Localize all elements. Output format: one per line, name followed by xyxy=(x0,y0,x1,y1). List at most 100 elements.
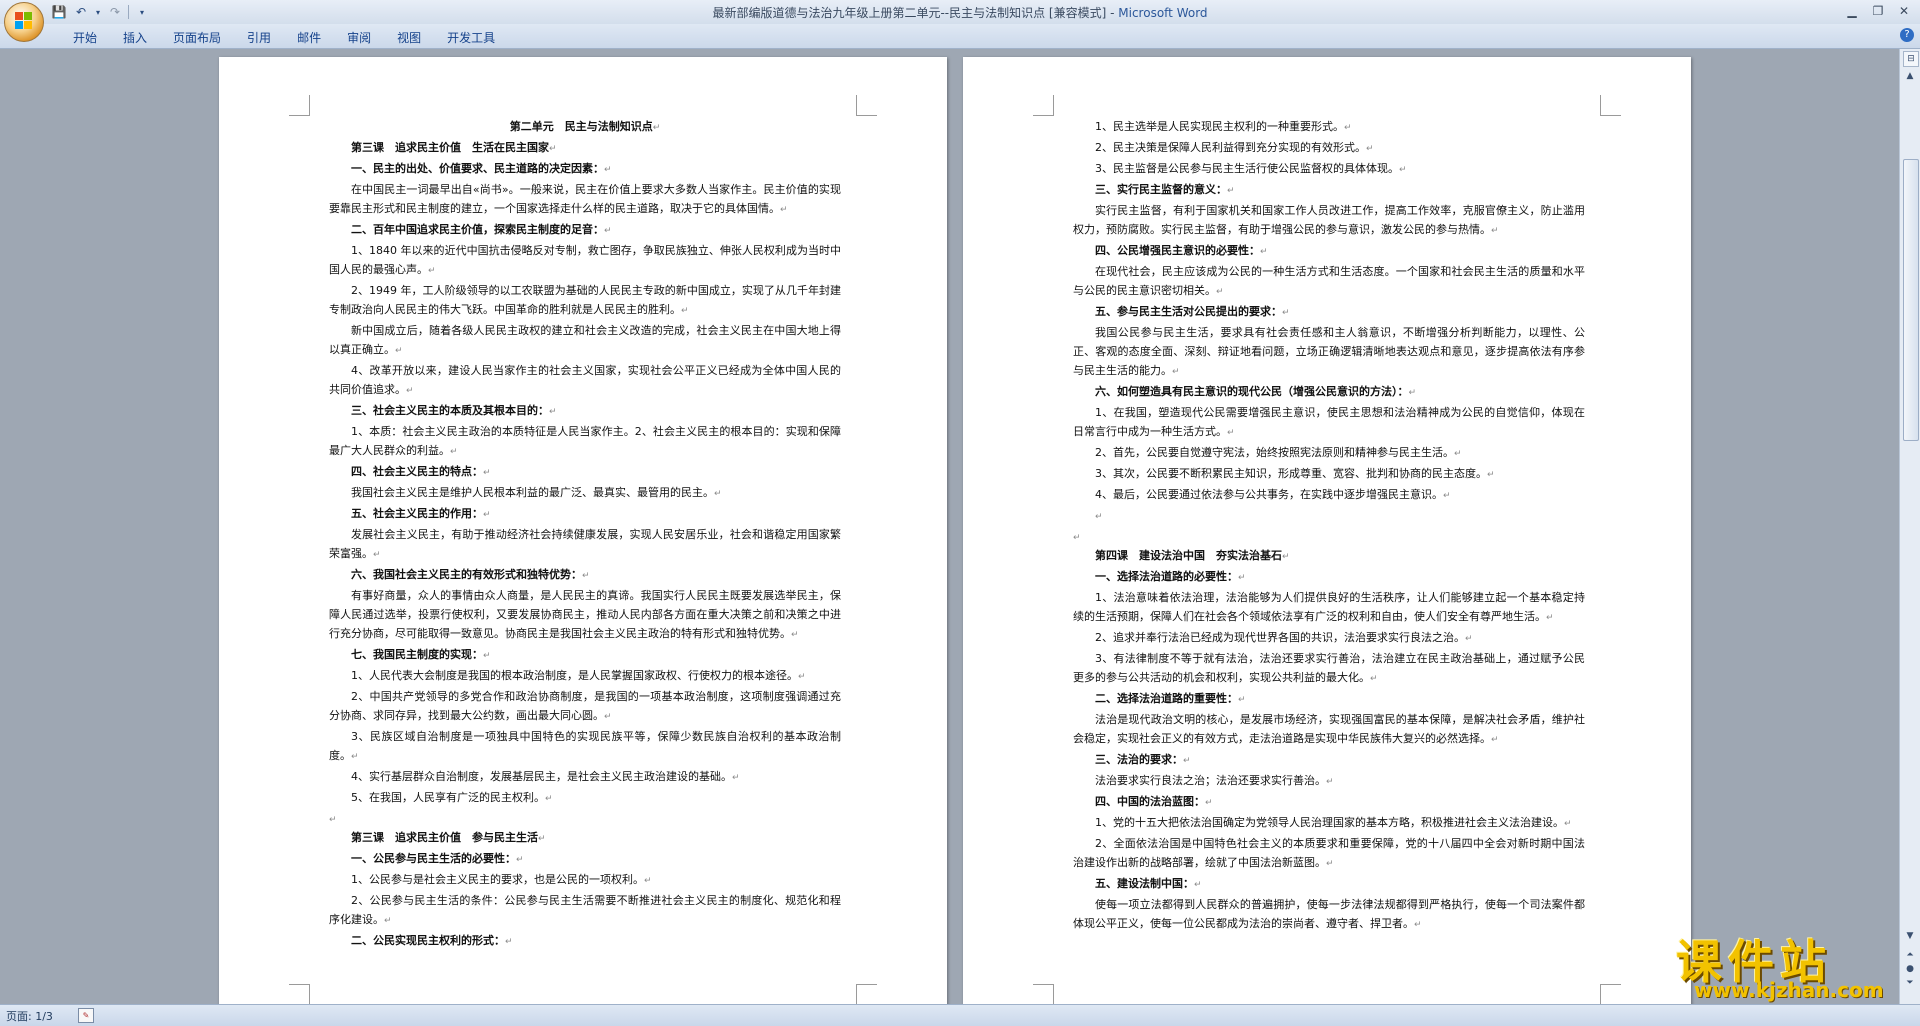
document-page-2[interactable]: 1、民主选举是人民实现民主权利的一种重要形式。↵ 2、民主决策是保障人民利益得到充… xyxy=(963,57,1691,1004)
heading-paragraph[interactable]: 五、社会主义民主的作用：↵ xyxy=(329,504,841,525)
body-paragraph[interactable]: 3、民族区域自治制度是一项独具中国特色的实现民族平等，保障少数民族自治权利的基本… xyxy=(329,727,841,767)
body-paragraph[interactable]: 3、民主监督是公民参与民主生活行使公民监督权的具体体现。↵ xyxy=(1073,159,1585,180)
document-page-1[interactable]: 第二单元 民主与法制知识点↵ 第三课 追求民主价值 生活在民主国家↵ 一、民主的出处… xyxy=(219,57,947,1004)
heading-paragraph[interactable]: 二、百年中国追求民主价值，探索民主制度的足音：↵ xyxy=(329,220,841,241)
body-paragraph[interactable]: ↵ xyxy=(1073,527,1585,546)
body-paragraph[interactable]: 1、人民代表大会制度是我国的根本政治制度，是人民掌握国家政权、行使权力的根本途径… xyxy=(329,666,841,687)
body-paragraph[interactable]: 2、1949 年，工人阶级领导的以工农联盟为基础的人民民主专政的新中国成立，实现… xyxy=(329,281,841,321)
body-paragraph[interactable]: 法治是现代政治文明的核心，是发展市场经济，实现强国富民的基本保障，是解决社会矛盾… xyxy=(1073,710,1585,750)
heading-paragraph[interactable]: 三、社会主义民主的本质及其根本目的：↵ xyxy=(329,401,841,422)
paragraph-mark-icon: ↵ xyxy=(428,266,436,276)
page-2-text[interactable]: 1、民主选举是人民实现民主权利的一种重要形式。↵ 2、民主决策是保障人民利益得到充… xyxy=(1073,117,1585,935)
body-paragraph[interactable]: 2、公民参与民主生活的条件：公民参与民主生活需要不断推进社会主义民主的制度化、规… xyxy=(329,891,841,931)
body-paragraph[interactable]: 2、首先，公民要自觉遵守宪法，始终按照宪法原则和精神参与民主生活。↵ xyxy=(1073,443,1585,464)
body-paragraph[interactable]: 发展社会主义民主，有助于推动经济社会持续健康发展，实现人民安居乐业，社会和谐稳定… xyxy=(329,525,841,565)
heading-paragraph[interactable]: 四、中国的法治蓝图：↵ xyxy=(1073,792,1585,813)
body-paragraph[interactable]: 4、最后，公民要通过依法参与公共事务，在实践中逐步增强民主意识。↵ xyxy=(1073,485,1585,506)
heading-paragraph[interactable]: 六、如何塑造具有民主意识的现代公民（增强公民意识的方法）：↵ xyxy=(1073,382,1585,403)
paragraph-mark-icon: ↵ xyxy=(384,916,392,926)
page-1-text[interactable]: 第二单元 民主与法制知识点↵ 第三课 追求民主价值 生活在民主国家↵ 一、民主的出处… xyxy=(329,117,841,952)
body-paragraph[interactable]: 实行民主监督，有利于国家机关和国家工作人员改进工作，提高工作效率，克服官僚主义，… xyxy=(1073,201,1585,241)
heading-paragraph[interactable]: 二、公民实现民主权利的形式：↵ xyxy=(329,931,841,952)
crop-mark xyxy=(1033,984,1054,1004)
crop-mark xyxy=(289,95,310,116)
scroll-down-icon[interactable]: ▼ xyxy=(1903,929,1917,943)
body-paragraph[interactable]: 1、1840 年以来的近代中国抗击侵略反对专制，救亡图存，争取民族独立、伸张人民… xyxy=(329,241,841,281)
body-paragraph[interactable]: ↵ xyxy=(1073,506,1585,527)
ribbon-tab[interactable]: 开发工具 xyxy=(434,29,508,47)
body-paragraph[interactable]: 我国社会主义民主是维护人民根本利益的最广泛、最真实、最管用的民主。↵ xyxy=(329,483,841,504)
scroll-thumb[interactable] xyxy=(1903,159,1919,441)
paragraph-mark-icon: ↵ xyxy=(538,834,546,844)
body-paragraph[interactable]: 有事好商量，众人的事情由众人商量，是人民民主的真谛。我国实行人民民主既要发展选举… xyxy=(329,586,841,645)
paragraph-text: 第三课 追求民主价值 生活在民主国家 xyxy=(351,141,549,154)
maximize-icon[interactable]: ❐ xyxy=(1866,2,1890,20)
body-paragraph[interactable]: 在现代社会，民主应该成为公民的一种生活方式和生活态度。一个国家和社会民主生活的质… xyxy=(1073,262,1585,302)
body-paragraph[interactable]: 1、本质：社会主义民主政治的本质特征是人民当家作主。2、社会主义民主的根本目的：… xyxy=(329,422,841,462)
vertical-scrollbar[interactable]: ⊟ ▲ ▼ ⏶ ● ⏷ xyxy=(1899,49,1920,1004)
body-paragraph[interactable]: 我国公民参与民主生活，要求具有社会责任感和主人翁意识，不断增强分析判断能力，以理… xyxy=(1073,323,1585,382)
body-paragraph[interactable]: 4、改革开放以来，建设人民当家作主的社会主义国家，实现社会公平正义已经成为全体中… xyxy=(329,361,841,401)
body-paragraph[interactable]: ↵ xyxy=(329,809,841,828)
ribbon-tab[interactable]: 视图 xyxy=(384,29,434,47)
scroll-up-icon[interactable]: ▲ xyxy=(1903,69,1917,83)
page-indicator[interactable]: 页面: 1/3 xyxy=(6,1008,53,1024)
body-paragraph[interactable]: 1、法治意味着依法治理，法治能够为人们提供良好的生活秩序，让人们能够建立起一个基… xyxy=(1073,588,1585,628)
minimize-icon[interactable]: ▁ xyxy=(1840,2,1864,20)
heading-paragraph[interactable]: 四、公民增强民主意识的必要性：↵ xyxy=(1073,241,1585,262)
body-paragraph[interactable]: 1、在我国，塑造现代公民需要增强民主意识，使民主思想和法治精神成为公民的自觉信仰… xyxy=(1073,403,1585,443)
paragraph-text: 发展社会主义民主，有助于推动经济社会持续健康发展，实现人民安居乐业，社会和谐稳定… xyxy=(329,528,841,560)
heading-paragraph[interactable]: 五、建设法制中国：↵ xyxy=(1073,874,1585,895)
paragraph-text: 有事好商量，众人的事情由众人商量，是人民民主的真谛。我国实行人民民主既要发展选举… xyxy=(329,589,841,640)
proofing-icon[interactable]: ✎ xyxy=(78,1008,94,1023)
paragraph-mark-icon: ↵ xyxy=(798,672,806,682)
body-paragraph[interactable]: 5、在我国，人民享有广泛的民主权利。↵ xyxy=(329,788,841,809)
body-paragraph[interactable]: 1、民主选举是人民实现民主权利的一种重要形式。↵ xyxy=(1073,117,1585,138)
heading-paragraph[interactable]: 三、法治的要求：↵ xyxy=(1073,750,1585,771)
body-paragraph[interactable]: 1、公民参与是社会主义民主的要求，也是公民的一项权利。↵ xyxy=(329,870,841,891)
body-paragraph[interactable]: 2、追求并奉行法治已经成为现代世界各国的共识，法治要求实行良法之治。↵ xyxy=(1073,628,1585,649)
heading-paragraph[interactable]: 第二单元 民主与法制知识点↵ xyxy=(329,117,841,138)
paragraph-mark-icon: ↵ xyxy=(1238,695,1246,705)
heading-paragraph[interactable]: 三、实行民主监督的意义：↵ xyxy=(1073,180,1585,201)
help-icon[interactable]: ? xyxy=(1900,28,1914,42)
paragraph-text: 3、民族区域自治制度是一项独具中国特色的实现民族平等，保障少数民族自治权利的基本… xyxy=(329,730,841,762)
ribbon-tab[interactable]: 开始 xyxy=(60,29,110,47)
paragraph-mark-icon: ↵ xyxy=(406,386,414,396)
heading-paragraph[interactable]: 七、我国民主制度的实现：↵ xyxy=(329,645,841,666)
heading-paragraph[interactable]: 一、选择法治道路的必要性：↵ xyxy=(1073,567,1585,588)
paragraph-mark-icon: ↵ xyxy=(373,550,381,560)
heading-paragraph[interactable]: 五、参与民主生活对公民提出的要求：↵ xyxy=(1073,302,1585,323)
heading-paragraph[interactable]: 二、选择法治道路的重要性：↵ xyxy=(1073,689,1585,710)
heading-paragraph[interactable]: 一、民主的出处、价值要求、民主道路的决定因素：↵ xyxy=(329,159,841,180)
ribbon-tab[interactable]: 审阅 xyxy=(334,29,384,47)
ribbon-tab[interactable]: 页面布局 xyxy=(160,29,234,47)
body-paragraph[interactable]: 新中国成立后，随着各级人民民主政权的建立和社会主义改造的完成，社会主义民主在中国… xyxy=(329,321,841,361)
ribbon-tab[interactable]: 引用 xyxy=(234,29,284,47)
close-icon[interactable]: ✕ xyxy=(1892,2,1916,20)
body-paragraph[interactable]: 使每一项立法都得到人民群众的普遍拥护，使每一步法律法规都得到严格执行，使每一个司… xyxy=(1073,895,1585,935)
heading-paragraph[interactable]: 一、公民参与民主生活的必要性：↵ xyxy=(329,849,841,870)
view-ruler-button[interactable]: ⊟ xyxy=(1903,51,1919,67)
heading-paragraph[interactable]: 第四课 建设法治中国 夯实法治基石↵ xyxy=(1073,546,1585,567)
heading-paragraph[interactable]: 第三课 追求民主价值 生活在民主国家↵ xyxy=(329,138,841,159)
body-paragraph[interactable]: 2、民主决策是保障人民利益得到充分实现的有效形式。↵ xyxy=(1073,138,1585,159)
previous-page-icon[interactable]: ⏶ xyxy=(1903,949,1917,961)
body-paragraph[interactable]: 3、其次，公民要不断积累民主知识，形成尊重、宽容、批判和协商的民主态度。↵ xyxy=(1073,464,1585,485)
body-paragraph[interactable]: 法治要求实行良法之治；法治还要求实行善治。↵ xyxy=(1073,771,1585,792)
browse-object-icon[interactable]: ● xyxy=(1903,963,1917,975)
office-button[interactable] xyxy=(4,2,44,42)
body-paragraph[interactable]: 4、实行基层群众自治制度，发展基层民主，是社会主义民主政治建设的基础。↵ xyxy=(329,767,841,788)
body-paragraph[interactable]: 2、中国共产党领导的多党合作和政治协商制度，是我国的一项基本政治制度，这项制度强… xyxy=(329,687,841,727)
ribbon-tab[interactable]: 邮件 xyxy=(284,29,334,47)
heading-paragraph[interactable]: 四、社会主义民主的特点：↵ xyxy=(329,462,841,483)
document-workspace[interactable]: 第二单元 民主与法制知识点↵ 第三课 追求民主价值 生活在民主国家↵ 一、民主的出处… xyxy=(0,49,1900,1004)
body-paragraph[interactable]: 1、党的十五大把依法治国确定为党领导人民治理国家的基本方略，积极推进社会主义法治… xyxy=(1073,813,1585,834)
body-paragraph[interactable]: 3、有法律制度不等于就有法治，法治还要求实行善治，法治建立在民主政治基础上，通过… xyxy=(1073,649,1585,689)
heading-paragraph[interactable]: 六、我国社会主义民主的有效形式和独特优势：↵ xyxy=(329,565,841,586)
heading-paragraph[interactable]: 第三课 追求民主价值 参与民主生活↵ xyxy=(329,828,841,849)
body-paragraph[interactable]: 在中国民主一词最早出自«尚书»。一般来说，民主在价值上要求大多数人当家作主。民主… xyxy=(329,180,841,220)
body-paragraph[interactable]: 2、全面依法治国是中国特色社会主义的本质要求和重要保障，党的十八届四中全会对新时… xyxy=(1073,834,1585,874)
ribbon-tab[interactable]: 插入 xyxy=(110,29,160,47)
next-page-icon[interactable]: ⏷ xyxy=(1903,977,1917,989)
